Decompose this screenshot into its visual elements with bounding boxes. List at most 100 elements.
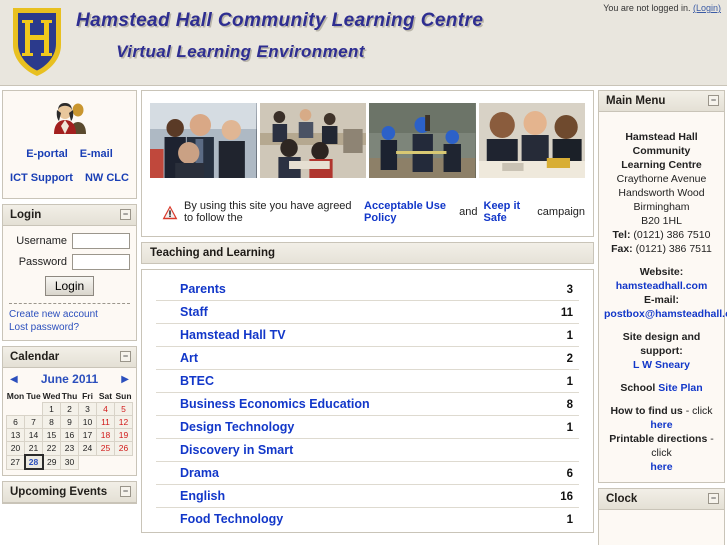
find-us-here-link[interactable]: here [650, 419, 672, 431]
calendar-day-8[interactable]: 8 [42, 415, 61, 429]
calendar-table: Mon Tue Wed Thu Fri Sat Sun 1 2 3 4 5 6 7 8 9 10 11 12 13 1… [6, 390, 133, 470]
calendar-day-1[interactable]: 1 [42, 402, 61, 416]
header-titles: Hamstead Hall Community Learning Centre … [74, 6, 727, 62]
link-nw-clc[interactable]: NW CLC [85, 172, 129, 184]
calendar-day-24[interactable]: 24 [78, 441, 97, 456]
calendar-day-3[interactable]: 3 [78, 402, 97, 416]
site-plan-link[interactable]: Site Plan [658, 382, 702, 394]
prev-arrow-icon[interactable]: ◀ [10, 374, 18, 385]
link-ict-support[interactable]: ICT Support [10, 172, 73, 184]
calendar-day-9[interactable]: 9 [60, 415, 79, 429]
course-link[interactable]: BTEC [180, 374, 214, 388]
calendar-day-22[interactable]: 22 [42, 441, 61, 456]
calendar-day-15[interactable]: 15 [42, 428, 61, 442]
link-e-mail[interactable]: E-mail [80, 148, 113, 160]
calendar-day-17[interactable]: 17 [78, 428, 97, 442]
lost-password-link[interactable]: Lost password? [9, 321, 130, 334]
page-body: E-portal E-mail ICT Support NW CLC Login… [0, 86, 727, 545]
calendar-day-12[interactable]: 12 [114, 415, 133, 429]
course-link[interactable]: Business Economics Education [180, 397, 370, 411]
calendar-day-7[interactable]: 7 [24, 415, 43, 429]
course-link[interactable]: Food Technology [180, 512, 283, 526]
banner-panel: By using this site you have agreed to fo… [141, 90, 594, 237]
calendar-day-4[interactable]: 4 [96, 402, 115, 416]
calendar-nav: ◀ June 2011 ▶ [6, 372, 133, 390]
clock-block-body [599, 510, 724, 545]
minus-icon[interactable]: − [708, 95, 719, 106]
fax-label: Fax: [611, 243, 633, 255]
calendar-day-2[interactable]: 2 [60, 402, 79, 416]
course-row: Parents 3 [156, 278, 579, 301]
calendar-day-10[interactable]: 10 [78, 415, 97, 429]
calendar-week-row: 13 14 15 16 17 18 19 [6, 428, 133, 442]
minus-icon[interactable]: − [120, 209, 131, 220]
minus-icon[interactable]: − [120, 351, 131, 362]
calendar-day-16[interactable]: 16 [60, 428, 79, 442]
calendar-day-11[interactable]: 11 [96, 415, 115, 429]
calendar-day-18[interactable]: 18 [96, 428, 115, 442]
keep-it-safe-link[interactable]: Keep it Safe [484, 200, 532, 224]
calendar-days-body: 1 2 3 4 5 6 7 8 9 10 11 12 13 14 15 16 17 18 19 20 21 22 23 24 2… [6, 402, 133, 470]
divider [9, 303, 130, 304]
calendar-day-5[interactable]: 5 [114, 402, 133, 416]
username-input[interactable] [72, 233, 130, 249]
address-area: Handsworth Wood [618, 187, 705, 199]
calendar-day-26[interactable]: 26 [114, 441, 133, 456]
find-us-text: - click [685, 405, 713, 417]
course-link[interactable]: Discovery in Smart [180, 443, 293, 457]
notice-text-after: campaign [537, 206, 585, 218]
right-sidebar: Main Menu − Hamstead Hall Community Lear… [598, 90, 727, 545]
course-link[interactable]: Staff [180, 305, 208, 319]
calendar-day-25[interactable]: 25 [96, 441, 115, 456]
calendar-day-14[interactable]: 14 [24, 428, 43, 442]
banner-photo-strip [150, 103, 585, 178]
course-link[interactable]: Hamstead Hall TV [180, 328, 286, 342]
calendar-day-29[interactable]: 29 [42, 454, 61, 470]
website-label: Website: [639, 266, 684, 278]
calendar-day-30[interactable]: 30 [60, 454, 79, 470]
email-label: E-mail: [643, 294, 679, 306]
email-link[interactable]: postbox@hamsteadhall.com [604, 307, 727, 321]
minus-icon[interactable]: − [708, 493, 719, 504]
course-link[interactable]: Parents [180, 282, 226, 296]
calendar-block: Calendar − ◀ June 2011 ▶ Mon Tue Wed Thu Fri… [2, 346, 137, 476]
directions-here-link[interactable]: here [604, 460, 719, 474]
website-link[interactable]: hamsteadhall.com [616, 280, 708, 292]
support-link[interactable]: L W Sneary [604, 358, 719, 372]
calendar-day-13[interactable]: 13 [6, 428, 25, 442]
course-link[interactable]: English [180, 489, 225, 503]
support-label: Site design and support: [622, 331, 701, 357]
classroom-teacher-students-photo [150, 103, 257, 178]
acceptable-use-policy-link[interactable]: Acceptable Use Policy [364, 200, 453, 224]
calendar-day-28[interactable]: 28 [23, 454, 44, 470]
org-name-line-1: Hamstead Hall Community [625, 131, 698, 157]
login-button[interactable]: Login [44, 276, 95, 296]
course-link[interactable]: Art [180, 351, 198, 365]
password-input[interactable] [72, 254, 130, 270]
left-sidebar: E-portal E-mail ICT Support NW CLC Login… [0, 90, 137, 509]
course-link[interactable]: Drama [180, 466, 219, 480]
course-row: Design Technology 1 [156, 416, 579, 439]
calendar-day-27[interactable]: 27 [6, 454, 25, 470]
calendar-day-21[interactable]: 21 [24, 441, 43, 456]
course-count: 1 [566, 422, 573, 434]
next-arrow-icon[interactable]: ▶ [121, 374, 129, 385]
calendar-block-body: ◀ June 2011 ▶ Mon Tue Wed Thu Fri Sat Sun 1234… [3, 368, 136, 475]
create-new-account-link[interactable]: Create new account [9, 308, 130, 321]
minus-icon[interactable]: − [120, 486, 131, 497]
notice-text-middle: and [459, 206, 478, 218]
course-link[interactable]: Design Technology [180, 420, 294, 434]
telephone-line: Tel: (0121) 386 7510 [604, 228, 719, 242]
calendar-week-row: 27 28 29 30 [6, 454, 133, 470]
link-e-portal[interactable]: E-portal [26, 148, 68, 160]
calendar-day-20[interactable]: 20 [6, 441, 25, 456]
calendar-day-6[interactable]: 6 [6, 415, 25, 429]
acceptable-use-notice: By using this site you have agreed to fo… [150, 178, 585, 230]
password-label: Password [18, 256, 67, 268]
calendar-day-23[interactable]: 23 [60, 441, 79, 456]
calendar-day-19[interactable]: 19 [114, 428, 133, 442]
directions-label: Printable directions [609, 433, 708, 445]
password-row: Password [9, 254, 130, 270]
fax-value: (0121) 386 7511 [635, 243, 712, 255]
